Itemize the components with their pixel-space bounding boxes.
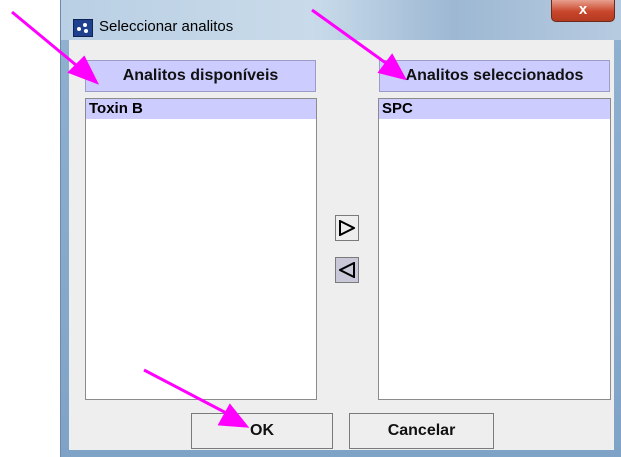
dialog-window: Seleccionar analitos x Analitos disponív… (60, 0, 621, 457)
window-title: Seleccionar analitos (99, 18, 234, 35)
available-analytes-list[interactable]: Toxin B (85, 98, 317, 400)
title-bar[interactable]: Seleccionar analitos x (61, 0, 621, 40)
list-item[interactable]: SPC (379, 99, 610, 119)
selected-analytes-header: Analitos seleccionados (379, 60, 610, 92)
available-analytes-header: Analitos disponíveis (85, 60, 316, 92)
selected-analytes-list[interactable]: SPC (378, 98, 611, 400)
cancel-button[interactable]: Cancelar (349, 413, 494, 449)
add-analyte-button[interactable] (335, 215, 359, 241)
triangle-right-icon (339, 220, 355, 236)
dialog-body: Analitos disponíveis Analitos selecciona… (69, 40, 614, 450)
remove-analyte-button[interactable] (335, 257, 359, 283)
list-item[interactable]: Toxin B (86, 99, 316, 119)
app-icon (73, 19, 93, 37)
close-button[interactable]: x (551, 0, 615, 22)
ok-button[interactable]: OK (191, 413, 333, 449)
triangle-left-icon (339, 262, 355, 278)
